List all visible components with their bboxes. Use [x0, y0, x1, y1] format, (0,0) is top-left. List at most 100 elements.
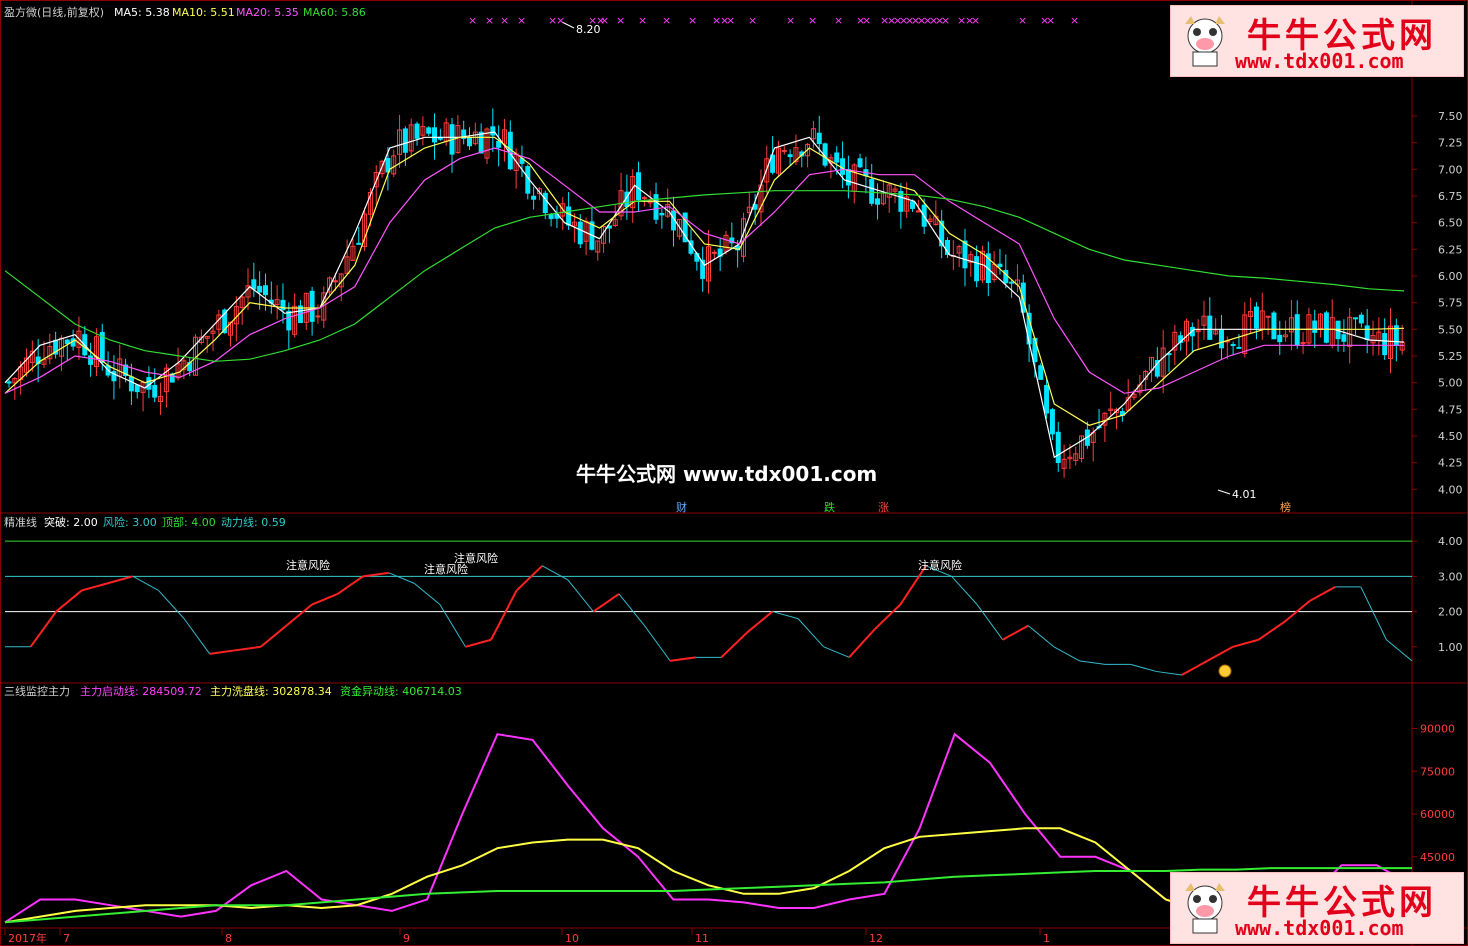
- candle-body: [962, 240, 968, 269]
- power-line-seg: [669, 656, 696, 662]
- panel3-header-1: 主力启动线: 284509.72: [80, 684, 202, 698]
- candle-body: [636, 172, 642, 201]
- candle-body: [531, 195, 537, 200]
- signal-cross: ×: [616, 14, 625, 27]
- candle-body: [262, 285, 268, 296]
- candle-body: [542, 192, 548, 214]
- candle-body: [910, 201, 916, 209]
- candle-body: [1364, 325, 1370, 340]
- power-line-seg: [1232, 638, 1259, 648]
- candle-body: [309, 290, 315, 322]
- candle-body: [1382, 333, 1388, 356]
- candle-body: [251, 279, 257, 290]
- signal-cross: ×: [485, 14, 494, 27]
- y3-tick-label: 90000: [1420, 723, 1455, 736]
- y-tick-label: 5.75: [1438, 297, 1463, 310]
- signal-cross: ×: [941, 14, 950, 27]
- candle-body: [286, 310, 292, 331]
- power-line-seg: [336, 575, 364, 595]
- panel1-header-3: MA20: 5.35: [236, 6, 299, 19]
- signal-cross: ×: [500, 14, 509, 27]
- candle-body: [1341, 334, 1347, 342]
- y3-tick-label: 75000: [1420, 765, 1455, 778]
- signal-cross: ×: [517, 14, 526, 27]
- candle-body: [857, 158, 863, 168]
- x-tick-label: 2017年: [8, 931, 47, 945]
- power-line-seg: [644, 625, 671, 662]
- power-line-seg: [158, 590, 185, 619]
- power-line-seg: [874, 603, 902, 630]
- candle-body: [152, 384, 158, 398]
- power-line-seg: [1386, 639, 1413, 662]
- power-line-seg: [951, 576, 978, 605]
- candle-body: [1323, 312, 1329, 343]
- power-line-seg: [1027, 625, 1055, 648]
- power-line-seg: [55, 589, 83, 613]
- panel2-header-1: 突破: 2.00: [44, 515, 98, 529]
- y-tick-label: 6.50: [1438, 217, 1463, 230]
- candle-body: [426, 127, 432, 134]
- power-line-seg: [823, 646, 850, 658]
- candle-body: [1358, 314, 1364, 324]
- candle-body: [467, 137, 473, 147]
- candle-body: [659, 213, 665, 216]
- power-line-seg: [107, 575, 134, 585]
- panel2-header-0: 精准线: [4, 515, 37, 529]
- panel2-header-3: 顶部: 4.00: [162, 515, 216, 529]
- x-tick-label: 11: [695, 932, 709, 945]
- power-line-seg: [720, 631, 748, 659]
- x-tick-label: 10: [565, 932, 579, 945]
- power-line-seg: [311, 593, 338, 606]
- signal-cross: ×: [662, 14, 671, 27]
- x-tick-label: 8: [225, 932, 232, 945]
- power-line-seg: [772, 611, 799, 620]
- power-line-seg: [848, 628, 876, 659]
- candle-body: [711, 251, 717, 254]
- candle-body: [1265, 315, 1271, 318]
- logo-text-url: www.tdx001.com: [1235, 49, 1404, 73]
- power-line-seg: [490, 589, 518, 641]
- panel2-header-4: 动力线: 0.59: [221, 515, 286, 529]
- power-line-seg: [1002, 624, 1029, 641]
- y2-tick-label: 2.00: [1438, 606, 1463, 619]
- y-tick-label: 7.25: [1438, 137, 1463, 150]
- signal-cross: ×: [468, 14, 477, 27]
- candle-body: [816, 132, 822, 145]
- power-line-seg: [1360, 586, 1387, 640]
- panel1-header-1: MA5: 5.38: [114, 6, 170, 19]
- candle-body: [1236, 346, 1242, 349]
- ma-line-ma10: [4, 136, 1405, 426]
- y3-tick-label: 45000: [1420, 851, 1455, 864]
- candle-body: [6, 381, 12, 384]
- power-line-seg: [976, 604, 1004, 641]
- power-line-seg: [618, 593, 645, 626]
- candle-body: [1277, 334, 1283, 343]
- risk-label: 注意风险: [918, 558, 962, 572]
- candle-body: [478, 131, 484, 154]
- signal-cross: ×: [688, 14, 697, 27]
- panel1-header-0: 盈方微(日线,前复权): [4, 5, 104, 19]
- y-tick-label: 7.00: [1438, 163, 1463, 176]
- candle-body: [566, 206, 572, 226]
- power-line-seg: [285, 603, 313, 627]
- y-tick-label: 5.50: [1438, 323, 1463, 336]
- candle-body: [496, 140, 502, 148]
- power-line-seg: [29, 610, 57, 648]
- candle-body: [414, 123, 420, 139]
- power-line-seg: [1181, 659, 1208, 676]
- power-line-seg: [541, 565, 569, 581]
- event-marker: 财: [676, 500, 687, 514]
- candle-body: [834, 152, 840, 163]
- signal-cross: ×: [971, 14, 980, 27]
- y-tick-label: 4.00: [1438, 483, 1463, 496]
- candle-body: [869, 178, 875, 204]
- candle-body: [641, 197, 647, 200]
- power-line-seg: [1206, 645, 1234, 662]
- candle-body: [781, 149, 787, 152]
- signal-cross: ×: [1070, 14, 1079, 27]
- power-line-seg: [209, 649, 236, 655]
- ma-line-ma5: [4, 131, 1405, 459]
- power-line-seg: [235, 645, 261, 652]
- candle-body: [577, 221, 583, 245]
- low-label: 4.01: [1232, 488, 1257, 501]
